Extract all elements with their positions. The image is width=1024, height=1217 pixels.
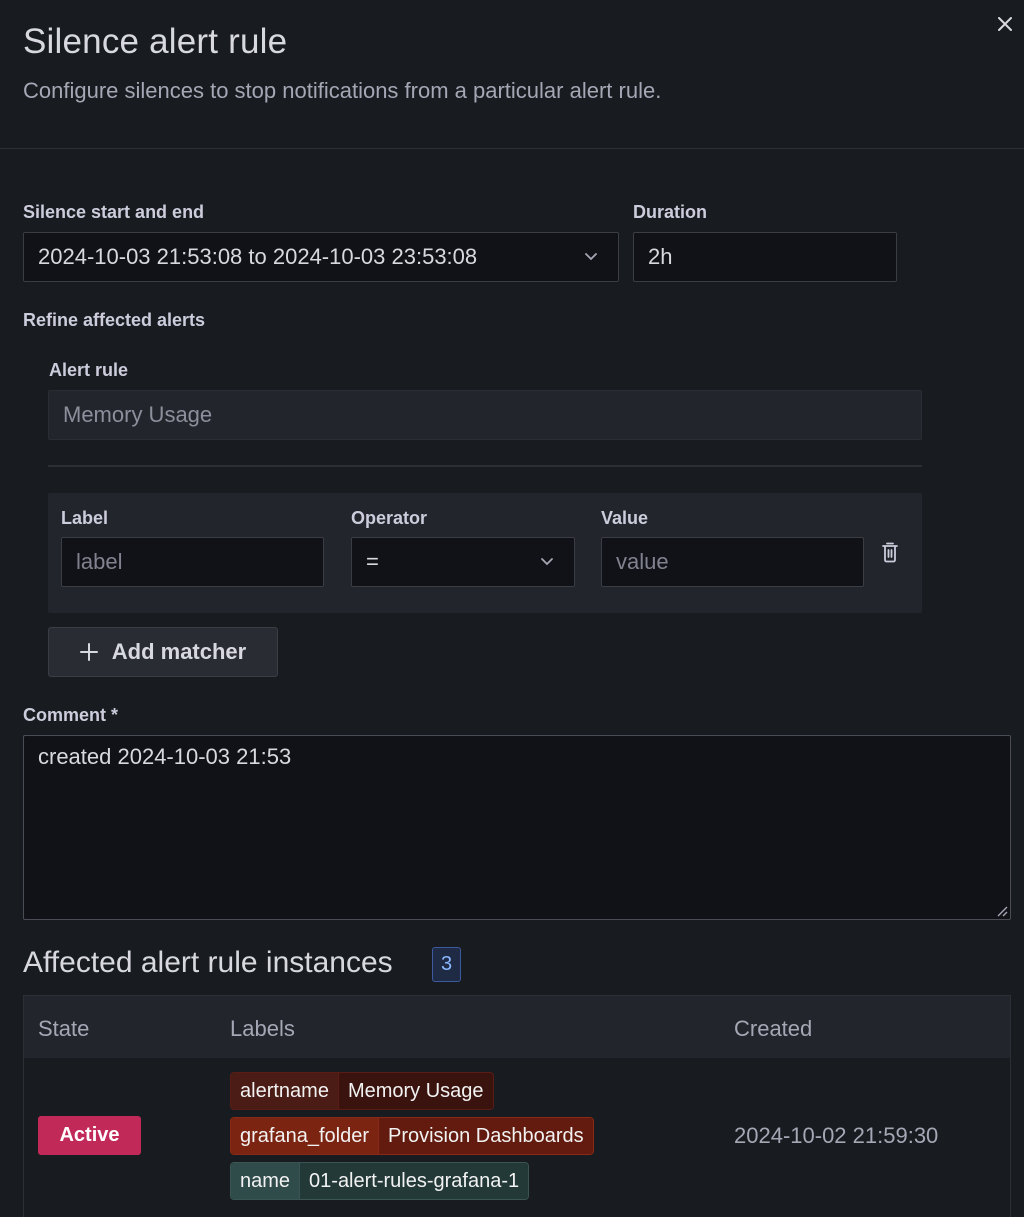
plus-icon bbox=[79, 643, 98, 661]
alert-rule-value: Memory Usage bbox=[63, 402, 213, 427]
column-header-created: Created bbox=[734, 1016, 813, 1041]
comment-label: Comment * bbox=[23, 705, 119, 725]
label-value: 01-alert-rules-grafana-1 bbox=[299, 1163, 529, 1199]
affected-count-badge: 3 bbox=[432, 947, 461, 982]
label-chip: name 01-alert-rules-grafana-1 bbox=[230, 1162, 530, 1200]
operator-select[interactable]: = bbox=[351, 537, 575, 587]
matcher-label-input[interactable]: label bbox=[61, 537, 324, 587]
close-button[interactable] bbox=[993, 12, 1017, 36]
trash-icon bbox=[882, 542, 898, 563]
label-chip: alertname Memory Usage bbox=[230, 1072, 494, 1110]
duration-value: 2h bbox=[648, 244, 673, 269]
affected-instances-table: State Labels Created Active alertname Me… bbox=[23, 995, 1011, 1217]
duration-label: Duration bbox=[633, 202, 707, 222]
resize-handle-icon[interactable] bbox=[996, 905, 1008, 917]
alert-rule-input: Memory Usage bbox=[48, 390, 922, 440]
label-key: name bbox=[231, 1163, 300, 1199]
label-chip: grafana_folder Provision Dashboards bbox=[230, 1117, 594, 1155]
matcher-value-placeholder: value bbox=[616, 549, 669, 574]
alert-rule-label: Alert rule bbox=[49, 360, 129, 380]
close-icon bbox=[998, 17, 1012, 31]
add-matcher-label: Add matcher bbox=[111, 639, 247, 664]
silence-range-picker[interactable]: 2024-10-03 21:53:08 to 2024-10-03 23:53:… bbox=[23, 232, 619, 282]
matcher-value-input[interactable]: value bbox=[601, 537, 864, 587]
operator-value: = bbox=[366, 549, 379, 574]
refine-alerts-label: Refine affected alerts bbox=[23, 310, 206, 330]
label-key: alertname bbox=[231, 1073, 338, 1109]
table-header: State Labels Created bbox=[24, 996, 1010, 1058]
chevron-down-icon bbox=[541, 558, 553, 566]
operator-label: Operator bbox=[351, 508, 428, 528]
value-label: Value bbox=[601, 508, 649, 528]
state-badge: Active bbox=[38, 1116, 141, 1155]
label-value: Provision Dashboards bbox=[377, 1118, 593, 1154]
add-matcher-button[interactable]: Add matcher bbox=[48, 627, 278, 677]
affected-instances-title: Affected alert rule instances bbox=[23, 946, 393, 979]
duration-input[interactable]: 2h bbox=[633, 232, 897, 282]
remove-matcher-button[interactable] bbox=[878, 540, 902, 564]
silence-range-label: Silence start and end bbox=[23, 202, 205, 222]
drawer-header: Silence alert rule Configure silences to… bbox=[0, 0, 1024, 149]
column-header-state: State bbox=[38, 1016, 90, 1041]
comment-value: created 2024-10-03 21:53 bbox=[38, 744, 292, 769]
matcher-label-placeholder: label bbox=[76, 549, 123, 574]
matcher-label-label: Label bbox=[61, 508, 109, 528]
label-key: grafana_folder bbox=[231, 1118, 378, 1154]
page-subtitle: Configure silences to stop notifications… bbox=[23, 78, 662, 103]
silence-range-value: 2024-10-03 21:53:08 to 2024-10-03 23:53:… bbox=[38, 244, 478, 269]
page-title: Silence alert rule bbox=[23, 22, 288, 61]
column-header-labels: Labels bbox=[230, 1016, 295, 1041]
divider bbox=[48, 465, 922, 467]
label-value: Memory Usage bbox=[337, 1073, 493, 1109]
comment-textarea[interactable]: created 2024-10-03 21:53 bbox=[23, 735, 1011, 920]
chevron-down-icon bbox=[585, 253, 597, 261]
created-timestamp: 2024-10-02 21:59:30 bbox=[734, 1123, 939, 1148]
